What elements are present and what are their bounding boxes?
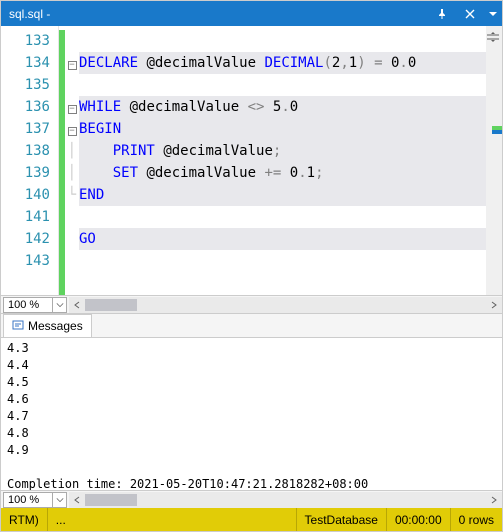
scroll-thumb[interactable] — [85, 494, 137, 506]
line-number: 136 — [1, 96, 58, 118]
status-database: TestDatabase — [296, 508, 386, 531]
messages-zoom-bar: 100 % — [1, 490, 502, 508]
close-button[interactable] — [456, 1, 484, 26]
code-line[interactable]: DECLARE @decimalValue DECIMAL(2,1) = 0.0 — [79, 52, 486, 74]
code-pane: 133134135136137138139140141142143 − − − │ │ └… — [1, 26, 502, 295]
status-connection: RTM) — [1, 508, 47, 531]
line-number: 135 — [1, 74, 58, 96]
scroll-thumb[interactable] — [85, 299, 137, 311]
code-line[interactable] — [79, 30, 486, 52]
editor-zoom-value: 100 % — [4, 299, 52, 311]
overview-ruler[interactable] — [486, 26, 502, 295]
editor-horizontal-scrollbar[interactable] — [69, 297, 502, 313]
window-menu-button[interactable] — [484, 1, 502, 26]
line-number: 134 — [1, 52, 58, 74]
split-handle[interactable] — [484, 30, 502, 44]
fold-guide: │ — [68, 165, 76, 181]
scroll-left-icon[interactable] — [69, 492, 85, 508]
fold-guide: └ — [68, 187, 76, 203]
scroll-right-icon[interactable] — [486, 492, 502, 508]
status-bar: RTM) ... TestDatabase 00:00:00 0 rows — [1, 508, 502, 531]
line-number: 137 — [1, 118, 58, 140]
pin-button[interactable] — [428, 1, 456, 26]
messages-tab-label: Messages — [28, 319, 83, 333]
scroll-track[interactable] — [85, 492, 486, 508]
scroll-right-icon[interactable] — [486, 297, 502, 313]
status-ellipsis: ... — [47, 508, 296, 531]
code-line[interactable] — [79, 206, 486, 228]
fold-toggle[interactable]: − — [68, 61, 77, 70]
scroll-track[interactable] — [85, 297, 486, 313]
status-row-count: 0 rows — [450, 508, 502, 531]
title-bar-controls — [428, 1, 502, 26]
editor-zoom-bar: 100 % — [1, 295, 502, 313]
messages-tab-bar: Messages — [1, 314, 502, 338]
code-line[interactable] — [79, 250, 486, 272]
code-line[interactable]: BEGIN — [79, 118, 486, 140]
line-number: 138 — [1, 140, 58, 162]
fold-toggle[interactable]: − — [68, 105, 77, 114]
code-line[interactable]: SET @decimalValue += 0.1; — [79, 162, 486, 184]
code-line[interactable]: PRINT @decimalValue; — [79, 140, 486, 162]
title-bar: sql.sql - — [1, 1, 502, 26]
messages-zoom-value: 100 % — [4, 494, 52, 506]
status-elapsed-time: 00:00:00 — [386, 508, 450, 531]
overview-mark — [492, 130, 502, 134]
folding-column: − − − │ │ └ — [65, 26, 79, 295]
fold-guide: │ — [68, 143, 76, 159]
tab-messages[interactable]: Messages — [3, 314, 92, 337]
messages-zoom-combo[interactable]: 100 % — [3, 492, 67, 508]
editor-zoom-combo[interactable]: 100 % — [3, 297, 67, 313]
messages-output[interactable]: 4.3 4.4 4.5 4.6 4.7 4.8 4.9 Completion t… — [1, 338, 502, 490]
messages-horizontal-scrollbar[interactable] — [69, 492, 502, 508]
line-number-gutter: 133134135136137138139140141142143 — [1, 26, 59, 295]
messages-icon — [12, 320, 24, 332]
chevron-down-icon[interactable] — [52, 493, 66, 507]
line-number: 143 — [1, 250, 58, 272]
code-line[interactable]: GO — [79, 228, 486, 250]
chevron-down-icon[interactable] — [52, 298, 66, 312]
code-line[interactable]: WHILE @decimalValue <> 5.0 — [79, 96, 486, 118]
editor-area: 133134135136137138139140141142143 − − − │ │ └… — [1, 26, 502, 508]
window-title: sql.sql - — [9, 7, 428, 21]
line-number: 139 — [1, 162, 58, 184]
messages-pane: Messages 4.3 4.4 4.5 4.6 4.7 4.8 4.9 Com… — [1, 313, 502, 508]
fold-toggle[interactable]: − — [68, 127, 77, 136]
code-line[interactable] — [79, 74, 486, 96]
code-editor[interactable]: DECLARE @decimalValue DECIMAL(2,1) = 0.0… — [79, 26, 486, 295]
scroll-left-icon[interactable] — [69, 297, 85, 313]
line-number: 140 — [1, 184, 58, 206]
line-number: 141 — [1, 206, 58, 228]
code-line[interactable]: END — [79, 184, 486, 206]
line-number: 142 — [1, 228, 58, 250]
line-number: 133 — [1, 30, 58, 52]
